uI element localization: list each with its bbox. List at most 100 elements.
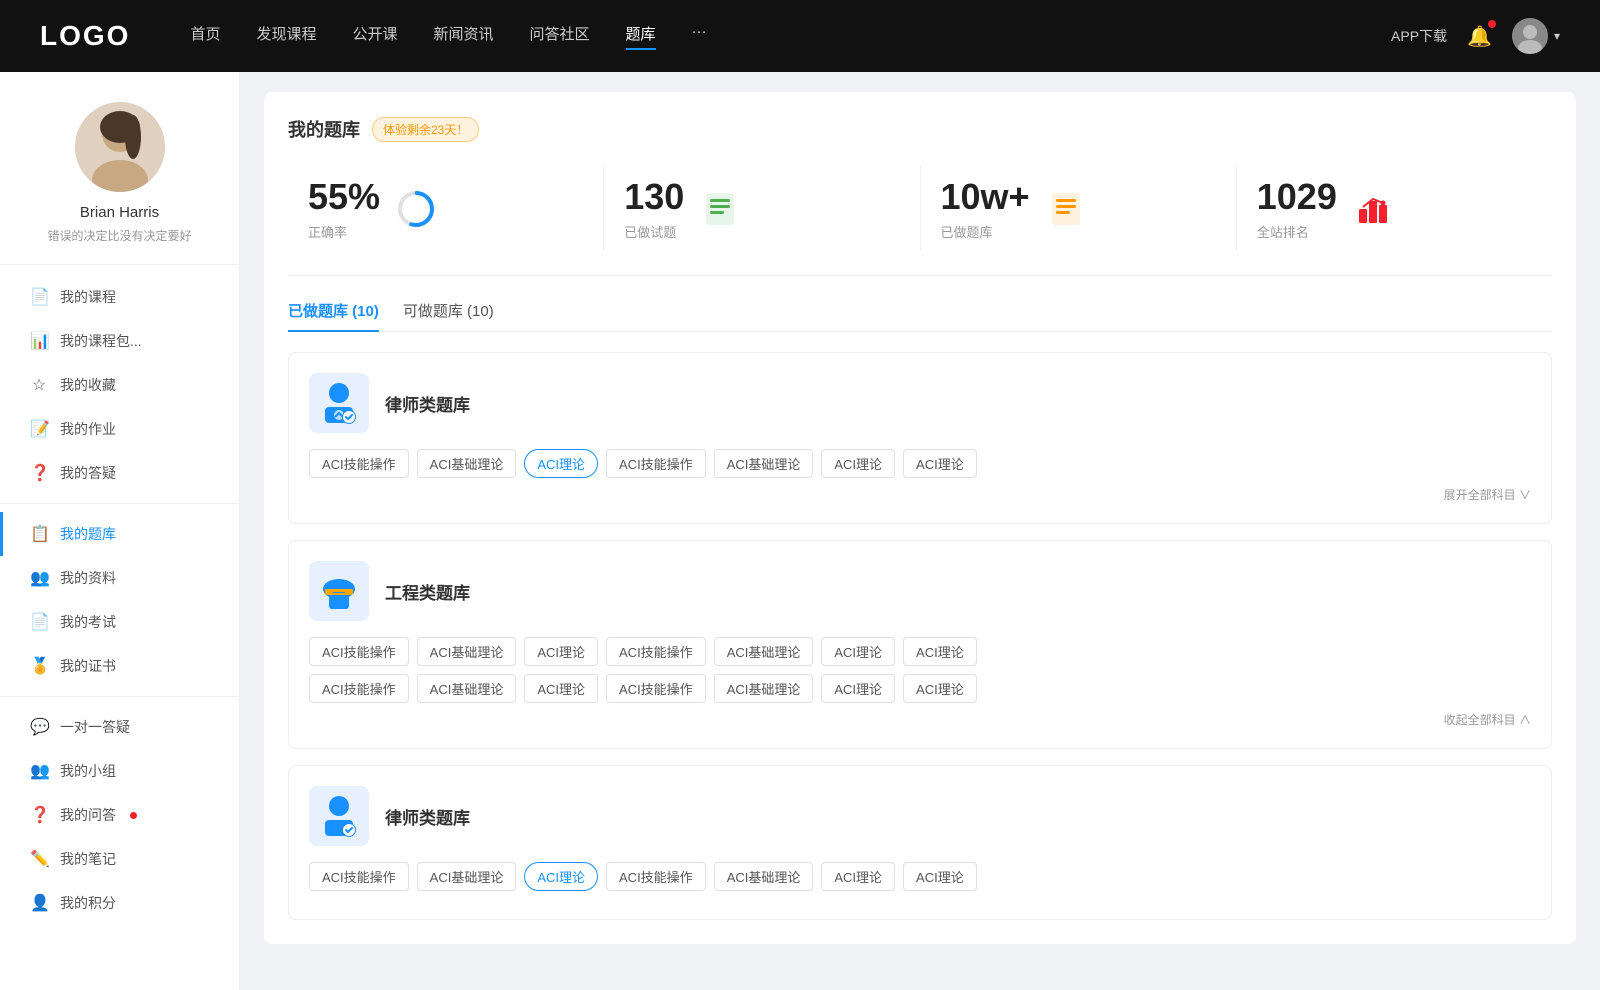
tag-item[interactable]: ACI技能操作 xyxy=(606,674,706,703)
tag-item[interactable]: ACI技能操作 xyxy=(309,449,409,478)
tag-item[interactable]: ACI基础理论 xyxy=(714,862,814,891)
tag-item[interactable]: ACI技能操作 xyxy=(309,674,409,703)
sidebar-item-groups[interactable]: 👥 我的小组 xyxy=(0,749,239,793)
tag-item[interactable]: ACI理论 xyxy=(821,637,895,666)
nav-home[interactable]: 首页 xyxy=(190,23,220,50)
accuracy-value: 55% xyxy=(308,176,380,218)
unread-dot xyxy=(130,812,137,819)
bank-icon-1 xyxy=(309,561,369,621)
nav-qa[interactable]: 问答社区 xyxy=(530,23,590,50)
profile-avatar xyxy=(75,102,165,192)
tag-item[interactable]: ACI技能操作 xyxy=(606,449,706,478)
tag-item-active[interactable]: ACI理论 xyxy=(524,862,598,891)
sidebar: Brian Harris 错误的决定比没有决定要好 📄 我的课程 📊 我的课程包… xyxy=(0,72,240,990)
tag-item-active[interactable]: ACI理论 xyxy=(524,449,598,478)
sidebar-label: 我的考试 xyxy=(60,612,116,632)
tag-item[interactable]: ACI基础理论 xyxy=(417,674,517,703)
page-title: 我的题库 xyxy=(288,116,360,142)
nav-more[interactable]: ··· xyxy=(692,23,707,50)
expand-link-0[interactable]: 展开全部科目 ∨ xyxy=(309,486,1531,503)
nav-questionbank[interactable]: 题库 xyxy=(626,23,656,50)
bank-icon-2 xyxy=(309,786,369,846)
bank-header-0: 律师类题库 xyxy=(309,373,1531,433)
sidebar-item-coursepackage[interactable]: 📊 我的课程包... xyxy=(0,319,239,363)
tag-item[interactable]: ACI理论 xyxy=(903,674,977,703)
tag-item[interactable]: ACI理论 xyxy=(821,449,895,478)
tag-item[interactable]: ACI理论 xyxy=(903,862,977,891)
materials-icon: 👥 xyxy=(30,568,48,588)
user-avatar-menu[interactable]: ▾ xyxy=(1512,18,1560,54)
logo: LOGO xyxy=(40,20,130,52)
tag-item[interactable]: ACI理论 xyxy=(821,862,895,891)
sidebar-item-certificate[interactable]: 🏅 我的证书 xyxy=(0,644,239,688)
questions-label: 已做试题 xyxy=(624,222,684,241)
sidebar-label: 我的小组 xyxy=(60,761,116,781)
sidebar-item-homework[interactable]: 📝 我的作业 xyxy=(0,407,239,451)
tag-item[interactable]: ACI理论 xyxy=(821,674,895,703)
nav-opencourse[interactable]: 公开课 xyxy=(352,23,397,50)
page-card: 我的题库 体验剩余23天！ 55% 正确率 xyxy=(264,92,1576,944)
ranking-value: 1029 xyxy=(1257,176,1337,218)
main-layout: Brian Harris 错误的决定比没有决定要好 📄 我的课程 📊 我的课程包… xyxy=(0,72,1600,990)
bank-tags-1-row1: ACI技能操作 ACI基础理论 ACI理论 ACI技能操作 ACI基础理论 AC… xyxy=(309,637,1531,666)
certificate-icon: 🏅 xyxy=(30,656,48,676)
tag-item[interactable]: ACI理论 xyxy=(524,637,598,666)
tag-item[interactable]: ACI基础理论 xyxy=(417,862,517,891)
questionbank-icon: 📋 xyxy=(30,524,48,544)
nav-news[interactable]: 新闻资讯 xyxy=(434,23,494,50)
sidebar-label: 我的课程包... xyxy=(60,331,142,351)
tag-item[interactable]: ACI理论 xyxy=(903,637,977,666)
courses-icon: 📄 xyxy=(30,287,48,307)
sidebar-item-one-on-one[interactable]: 💬 一对一答疑 xyxy=(0,705,239,749)
banks-icon xyxy=(1046,189,1086,229)
tag-item[interactable]: ACI技能操作 xyxy=(606,862,706,891)
notes-icon: ✏️ xyxy=(30,849,48,869)
sidebar-label: 一对一答疑 xyxy=(60,717,130,737)
profile-motto: 错误的决定比没有决定要好 xyxy=(47,227,191,244)
tag-item[interactable]: ACI技能操作 xyxy=(606,637,706,666)
nav-discover[interactable]: 发现课程 xyxy=(256,23,316,50)
tag-item[interactable]: ACI基础理论 xyxy=(417,637,517,666)
sidebar-menu: 📄 我的课程 📊 我的课程包... ☆ 我的收藏 📝 我的作业 ❓ 我的答疑 � xyxy=(0,265,239,935)
tab-available[interactable]: 可做题库 (10) xyxy=(403,300,494,331)
tag-item[interactable]: ACI技能操作 xyxy=(309,637,409,666)
sidebar-item-exams[interactable]: 📄 我的考试 xyxy=(0,600,239,644)
tag-item[interactable]: ACI基础理论 xyxy=(417,449,517,478)
sidebar-item-questions[interactable]: ❓ 我的问答 xyxy=(0,793,239,837)
bank-name-1: 工程类题库 xyxy=(385,579,470,604)
tag-item[interactable]: ACI技能操作 xyxy=(309,862,409,891)
sidebar-item-questionbank[interactable]: 📋 我的题库 xyxy=(0,512,239,556)
stat-banks: 10w+ 已做题库 xyxy=(921,166,1237,251)
app-download-button[interactable]: APP下载 xyxy=(1391,26,1447,46)
tag-item[interactable]: ACI理论 xyxy=(524,674,598,703)
banks-value: 10w+ xyxy=(941,176,1030,218)
tag-item[interactable]: ACI基础理论 xyxy=(714,674,814,703)
tag-item[interactable]: ACI基础理论 xyxy=(714,637,814,666)
bank-header-1: 工程类题库 xyxy=(309,561,1531,621)
page-header: 我的题库 体验剩余23天！ xyxy=(288,116,1552,142)
notification-bell[interactable]: 🔔 xyxy=(1467,24,1492,49)
bank-name-2: 律师类题库 xyxy=(385,804,470,829)
myqa-icon: ❓ xyxy=(30,463,48,483)
sidebar-label: 我的资料 xyxy=(60,568,116,588)
questions-value: 130 xyxy=(624,176,684,218)
sidebar-item-myqa[interactable]: ❓ 我的答疑 xyxy=(0,451,239,495)
expand-link-1[interactable]: 收起全部科目 ∧ xyxy=(309,711,1531,728)
notification-badge xyxy=(1488,20,1496,28)
sidebar-item-materials[interactable]: 👥 我的资料 xyxy=(0,556,239,600)
sidebar-label: 我的题库 xyxy=(60,524,116,544)
sidebar-item-points[interactable]: 👤 我的积分 xyxy=(0,881,239,925)
stat-ranking: 1029 全站排名 xyxy=(1237,166,1552,251)
main-header: LOGO 首页 发现课程 公开课 新闻资讯 问答社区 题库 ··· APP下载 … xyxy=(0,0,1600,72)
tag-item[interactable]: ACI基础理论 xyxy=(714,449,814,478)
tag-item[interactable]: ACI理论 xyxy=(903,449,977,478)
sidebar-item-favorites[interactable]: ☆ 我的收藏 xyxy=(0,363,239,407)
tab-done[interactable]: 已做题库 (10) xyxy=(288,300,379,331)
sidebar-item-notes[interactable]: ✏️ 我的笔记 xyxy=(0,837,239,881)
ranking-icon xyxy=(1353,189,1393,229)
points-icon: 👤 xyxy=(30,893,48,913)
stats-row: 55% 正确率 130 已做试题 xyxy=(288,166,1552,276)
sidebar-item-courses[interactable]: 📄 我的课程 xyxy=(0,275,239,319)
questions-icon: ❓ xyxy=(30,805,48,825)
ranking-label: 全站排名 xyxy=(1257,222,1337,241)
